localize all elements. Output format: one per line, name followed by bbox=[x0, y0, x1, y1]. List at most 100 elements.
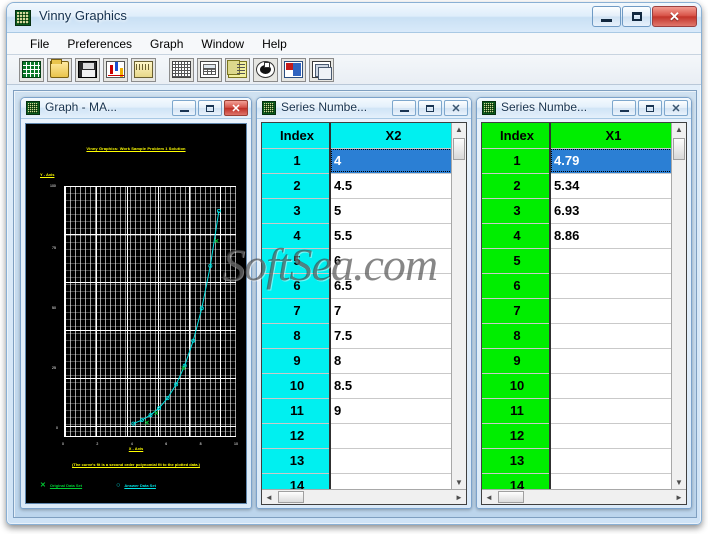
series1-row-index[interactable]: 5 bbox=[482, 248, 551, 274]
series1-row-value[interactable] bbox=[550, 348, 673, 374]
series1-row-index[interactable]: 12 bbox=[482, 423, 551, 449]
minimize-button[interactable] bbox=[592, 6, 621, 27]
graph-maximize-button[interactable] bbox=[198, 100, 222, 116]
series2-close-button[interactable]: ✕ bbox=[444, 100, 468, 116]
copy-button[interactable] bbox=[225, 57, 250, 82]
series1-row[interactable]: 9 bbox=[482, 348, 673, 374]
new-spreadsheet-button[interactable] bbox=[19, 57, 44, 82]
series1-row[interactable]: 11 bbox=[482, 398, 673, 424]
series1-row[interactable]: 8 bbox=[482, 323, 673, 349]
series2-row-index[interactable]: 10 bbox=[262, 373, 331, 399]
series2-row-index[interactable]: 5 bbox=[262, 248, 331, 274]
series2-row-index[interactable]: 1 bbox=[262, 148, 331, 174]
series1-row-value[interactable] bbox=[550, 298, 673, 324]
series2-row[interactable]: 35 bbox=[262, 198, 453, 224]
series1-row-value[interactable]: 8.86 bbox=[550, 223, 673, 249]
series2-row-index[interactable]: 3 bbox=[262, 198, 331, 224]
series1-scroll-right-icon[interactable]: ► bbox=[672, 491, 686, 504]
plot-graph-button[interactable] bbox=[103, 57, 128, 82]
series2-row-index[interactable]: 4 bbox=[262, 223, 331, 249]
series2-row-index[interactable]: 12 bbox=[262, 423, 331, 449]
series2-row-index[interactable]: 11 bbox=[262, 398, 331, 424]
series2-row-value[interactable]: 5.5 bbox=[330, 223, 453, 249]
series1-row-index[interactable]: 1 bbox=[482, 148, 551, 174]
series1-row[interactable]: 6 bbox=[482, 273, 673, 299]
save-file-button[interactable] bbox=[75, 57, 100, 82]
series2-row-value[interactable]: 8.5 bbox=[330, 373, 453, 399]
series1-data-table[interactable]: Index X1 1 4.79 2 5.34 3 6.93 4 8.86 5 6 7 8 9 10 11 12… bbox=[482, 123, 673, 499]
series1-horizontal-scrollbar[interactable]: ◄ ► bbox=[482, 489, 686, 504]
series2-row-index[interactable]: 13 bbox=[262, 448, 331, 474]
series1-row-value[interactable] bbox=[550, 273, 673, 299]
series2-row-value[interactable]: 7 bbox=[330, 298, 453, 324]
series2-vertical-scrollbar[interactable]: ▲ ▼ bbox=[451, 123, 466, 489]
series2-window[interactable]: Series Numbe... ✕ Index X2 1 4 2 4.5 3 5 4 5.5 5… bbox=[256, 97, 472, 509]
series2-scroll-right-icon[interactable]: ► bbox=[452, 491, 466, 504]
series2-horizontal-scrollbar[interactable]: ◄ ► bbox=[262, 489, 466, 504]
series2-row-value[interactable]: 6 bbox=[330, 248, 453, 274]
series1-window[interactable]: Series Numbe... ✕ Index X1 1 4.79 2 5.34 3 6.… bbox=[476, 97, 692, 509]
series2-row[interactable]: 77 bbox=[262, 298, 453, 324]
graph-minimize-button[interactable] bbox=[172, 100, 196, 116]
series2-maximize-button[interactable] bbox=[418, 100, 442, 116]
series2-scroll-thumb[interactable] bbox=[453, 138, 465, 160]
series1-row[interactable]: 7 bbox=[482, 298, 673, 324]
menu-item-preferences[interactable]: Preferences bbox=[58, 35, 141, 53]
series2-hscroll-thumb[interactable] bbox=[278, 491, 304, 503]
series2-row[interactable]: 56 bbox=[262, 248, 453, 274]
series1-row-value[interactable]: 4.79 bbox=[550, 148, 673, 174]
menu-item-file[interactable]: File bbox=[21, 35, 58, 53]
series2-row[interactable]: 98 bbox=[262, 348, 453, 374]
series2-minimize-button[interactable] bbox=[392, 100, 416, 116]
graph-canvas[interactable]: Vinny Graphics: Work Sample Problem 1 So… bbox=[25, 123, 247, 504]
series2-row[interactable]: 12 bbox=[262, 423, 453, 449]
series2-row[interactable]: 2 4.5 bbox=[262, 173, 453, 199]
series1-row[interactable]: 13 bbox=[482, 448, 673, 474]
fan-curve-button[interactable] bbox=[253, 57, 278, 82]
data-grid-button[interactable] bbox=[169, 57, 194, 82]
series1-row-value[interactable] bbox=[550, 448, 673, 474]
series2-row-value[interactable]: 6.5 bbox=[330, 273, 453, 299]
series1-scroll-thumb[interactable] bbox=[673, 138, 685, 160]
series1-scroll-down-icon[interactable]: ▼ bbox=[672, 476, 686, 489]
series1-vertical-scrollbar[interactable]: ▲ ▼ bbox=[671, 123, 686, 489]
series2-row[interactable]: 4 5.5 bbox=[262, 223, 453, 249]
series1-row-index[interactable]: 13 bbox=[482, 448, 551, 474]
series1-row[interactable]: 5 bbox=[482, 248, 673, 274]
series1-row-index[interactable]: 8 bbox=[482, 323, 551, 349]
series1-row[interactable]: 12 bbox=[482, 423, 673, 449]
series2-data-table[interactable]: Index X2 1 4 2 4.5 3 5 4 5.5 5 6 6 6.5 7 7 8 7.5 9 8 10 8.5… bbox=[262, 123, 453, 499]
series1-close-button[interactable]: ✕ bbox=[664, 100, 688, 116]
calculator-button[interactable] bbox=[197, 57, 222, 82]
series1-row[interactable]: 1 4.79 bbox=[482, 148, 673, 174]
series1-row-index[interactable]: 10 bbox=[482, 373, 551, 399]
series2-scroll-up-icon[interactable]: ▲ bbox=[452, 123, 466, 136]
series1-row-index[interactable]: 9 bbox=[482, 348, 551, 374]
series2-row-value[interactable]: 9 bbox=[330, 398, 453, 424]
series2-row[interactable]: 14 bbox=[262, 148, 453, 174]
series2-row-index[interactable]: 2 bbox=[262, 173, 331, 199]
series1-row-value[interactable]: 6.93 bbox=[550, 198, 673, 224]
series1-row-value[interactable] bbox=[550, 423, 673, 449]
series2-row[interactable]: 6 6.5 bbox=[262, 273, 453, 299]
series2-row-index[interactable]: 6 bbox=[262, 273, 331, 299]
series1-maximize-button[interactable] bbox=[638, 100, 662, 116]
series2-row[interactable]: 10 8.5 bbox=[262, 373, 453, 399]
series1-hscroll-thumb[interactable] bbox=[498, 491, 524, 503]
series2-row-index[interactable]: 7 bbox=[262, 298, 331, 324]
series1-row-index[interactable]: 2 bbox=[482, 173, 551, 199]
close-button[interactable]: ✕ bbox=[652, 6, 697, 27]
series1-row-index[interactable]: 11 bbox=[482, 398, 551, 424]
series2-row-index[interactable]: 8 bbox=[262, 323, 331, 349]
series2-scroll-down-icon[interactable]: ▼ bbox=[452, 476, 466, 489]
series1-row[interactable]: 3 6.93 bbox=[482, 198, 673, 224]
menu-item-graph[interactable]: Graph bbox=[141, 35, 192, 53]
series2-grid[interactable]: Index X2 1 4 2 4.5 3 5 4 5.5 5 6 6 6.5 7 7 8 7.5 9 8 10 8.5… bbox=[261, 122, 467, 505]
series2-row-value[interactable]: 8 bbox=[330, 348, 453, 374]
series2-row-value[interactable]: 4 bbox=[330, 148, 453, 174]
series1-scroll-up-icon[interactable]: ▲ bbox=[672, 123, 686, 136]
series2-row-value[interactable]: 5 bbox=[330, 198, 453, 224]
series2-row-value[interactable]: 4.5 bbox=[330, 173, 453, 199]
cascade-windows-button[interactable] bbox=[309, 57, 334, 82]
series2-row[interactable]: 11 9 bbox=[262, 398, 453, 424]
